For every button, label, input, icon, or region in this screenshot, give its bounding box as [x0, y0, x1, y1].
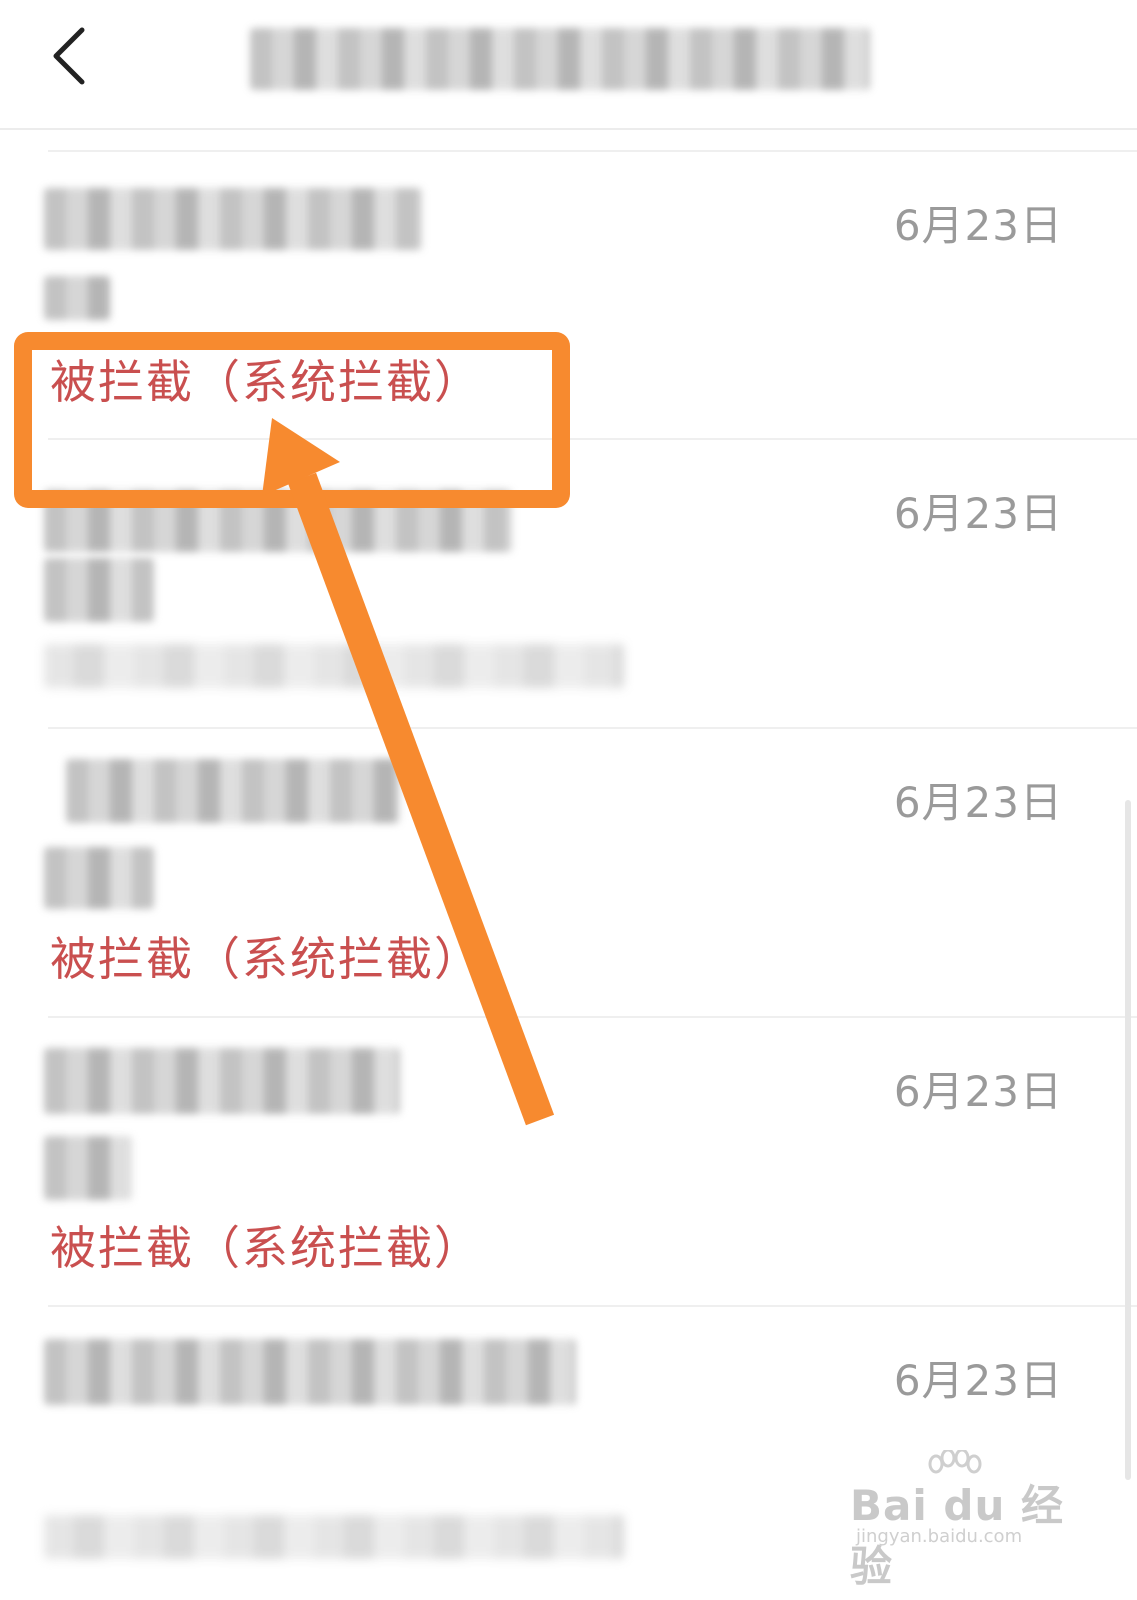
sender-name-redacted — [44, 1339, 576, 1405]
sender-number-redacted — [44, 558, 154, 622]
scrollbar[interactable] — [1125, 800, 1131, 1480]
message-date: 6月23日 — [893, 778, 1063, 827]
sender-number-redacted — [44, 276, 110, 320]
message-preview-redacted — [44, 1515, 624, 1559]
message-row[interactable]: 6月23日 被拦截（系统拦截） — [0, 150, 1137, 438]
message-date: 6月23日 — [893, 489, 1063, 538]
block-status: 被拦截（系统拦截） — [50, 1221, 482, 1275]
row-divider — [48, 727, 1137, 729]
sender-number-redacted — [44, 847, 154, 909]
row-divider — [48, 1305, 1137, 1307]
baidu-jingyan-watermark: Bai du 经验 jingyan.baidu.com — [850, 1450, 1070, 1591]
message-row[interactable]: 6月23日 被拦截（系统拦截） — [0, 1016, 1137, 1304]
row-divider — [48, 150, 1137, 152]
chevron-left-icon — [53, 27, 85, 85]
message-row[interactable]: 6月23日 — [0, 438, 1137, 726]
row-divider — [48, 438, 1137, 440]
message-row[interactable]: 6月23日 被拦截（系统拦截） — [0, 727, 1137, 1015]
back-button[interactable] — [40, 22, 100, 92]
message-date: 6月23日 — [893, 1356, 1063, 1405]
sender-name-redacted — [66, 759, 400, 823]
sender-name-redacted — [44, 188, 422, 250]
sender-name-redacted — [44, 1048, 400, 1114]
sender-number-redacted — [44, 1136, 132, 1200]
block-status: 被拦截（系统拦截） — [50, 355, 482, 409]
message-preview-redacted — [44, 644, 624, 688]
row-divider — [48, 1016, 1137, 1018]
watermark-url: jingyan.baidu.com — [856, 1526, 1023, 1547]
message-date: 6月23日 — [893, 1067, 1063, 1116]
block-status: 被拦截（系统拦截） — [50, 932, 482, 986]
message-date: 6月23日 — [893, 201, 1063, 250]
sender-name-redacted — [44, 490, 512, 552]
top-bar — [0, 0, 1137, 130]
page-title-redacted — [250, 28, 870, 90]
